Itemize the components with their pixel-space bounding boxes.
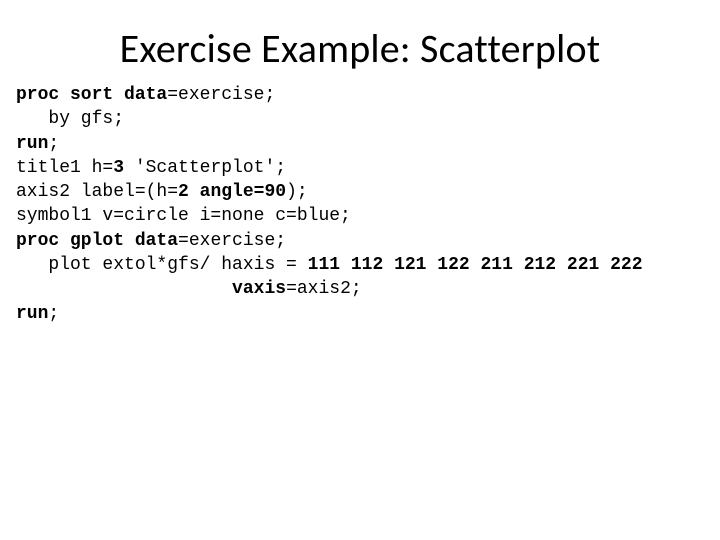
code-text: ); [286,182,308,202]
code-text: symbol1 v=circle i=none c=blue; [16,206,351,226]
code-text: axis2 label=(h= [16,182,178,202]
code-text: ; [48,304,59,324]
code-kw: vaxis [232,279,286,299]
code-block: proc sort data=exercise; by gfs; run; ti… [16,83,704,326]
slide: Exercise Example: Scatterplot proc sort … [0,0,720,540]
code-kw: run [16,134,48,154]
code-text: plot extol*gfs/ haxis = [16,255,308,275]
code-kw: angle= [189,182,265,202]
code-text: by gfs; [16,109,124,129]
code-text: =axis2; [286,279,362,299]
code-text: =exercise; [167,85,275,105]
code-kw: data [113,85,167,105]
code-text [16,279,232,299]
code-kw: data [124,231,178,251]
code-text: 'Scatterplot'; [124,158,286,178]
code-text: ; [48,134,59,154]
code-kw: 90 [264,182,286,202]
code-kw: proc gplot [16,231,124,251]
code-kw: 3 [113,158,124,178]
code-text: title1 h= [16,158,113,178]
code-kw: 2 [178,182,189,202]
code-text: =exercise; [178,231,286,251]
code-kw: 111 112 121 122 211 212 221 222 [308,255,643,275]
code-kw: proc sort [16,85,113,105]
code-kw: run [16,304,48,324]
slide-title: Exercise Example: Scatterplot [16,24,704,73]
